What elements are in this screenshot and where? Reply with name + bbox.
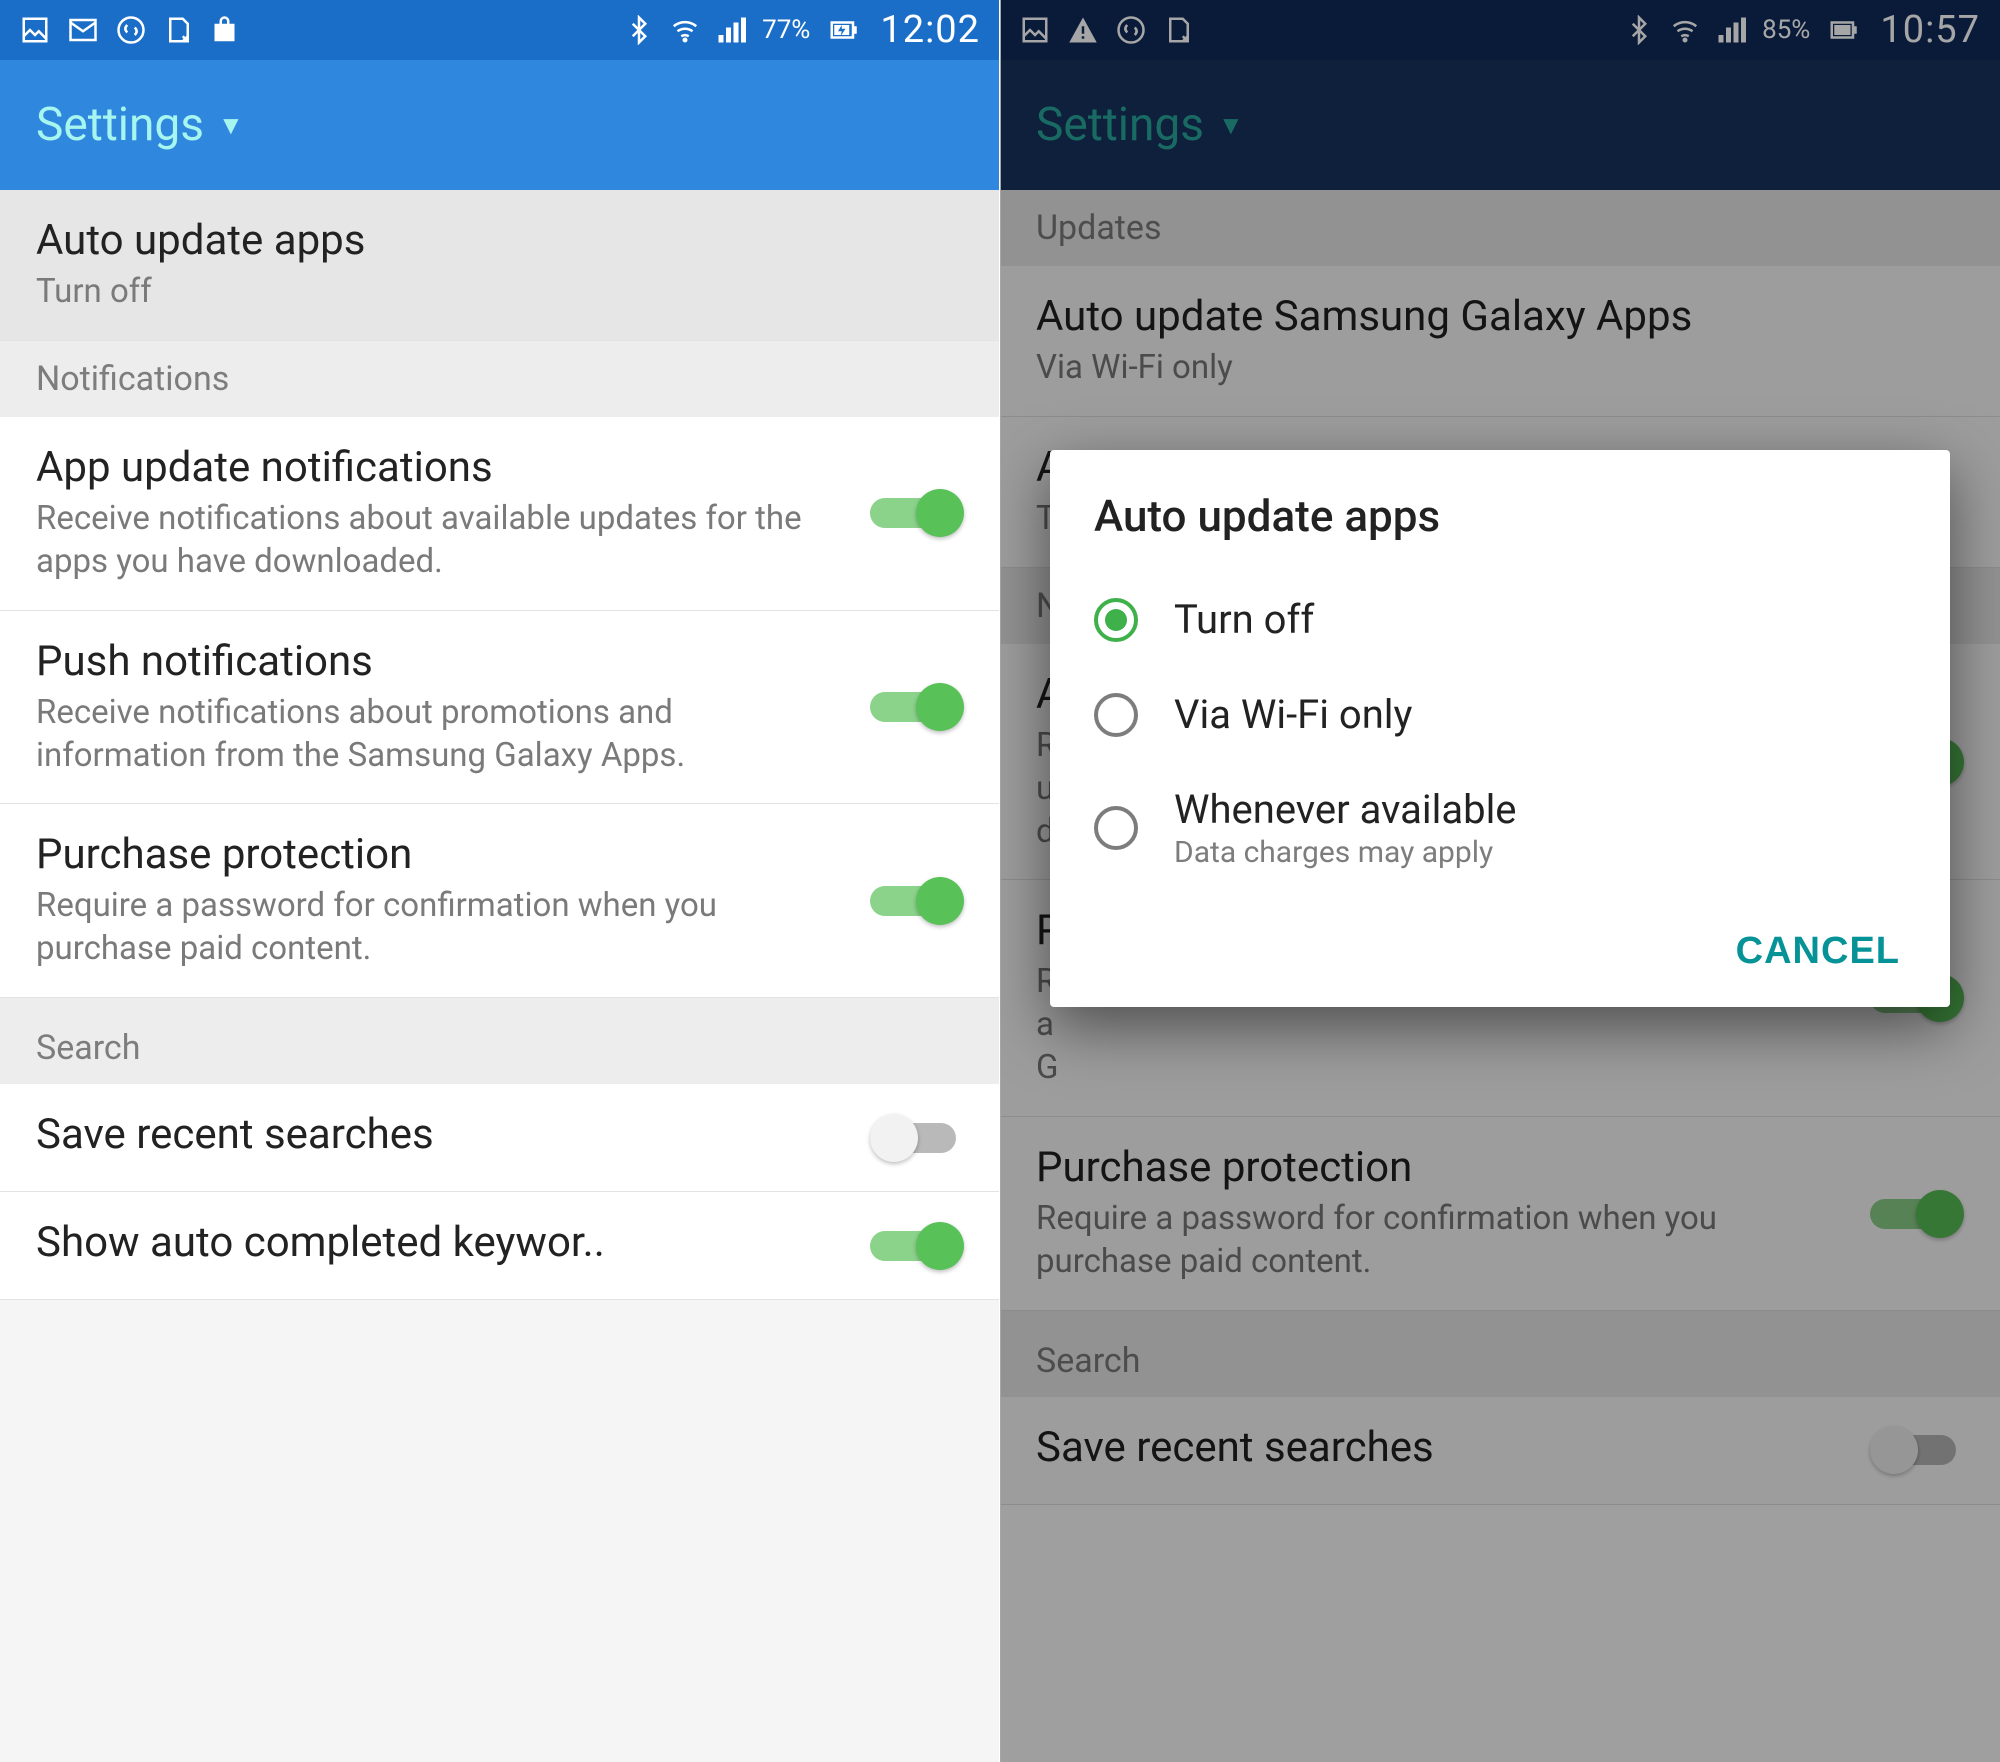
save-recent-searches-item[interactable]: Save recent searches xyxy=(0,1084,1000,1192)
push-notifications-item[interactable]: Push notifications Receive notifications… xyxy=(0,611,1000,805)
clock: 12:02 xyxy=(880,8,980,52)
purchase-protection-item[interactable]: Purchase protection Require a password f… xyxy=(0,804,1000,998)
app-bar[interactable]: Settings ▼ xyxy=(0,60,1000,190)
app-bar-title: Settings xyxy=(36,98,204,152)
dialog-title: Auto update apps xyxy=(1094,490,1906,542)
status-bar: 77% 12:02 xyxy=(0,0,1000,60)
radio-icon xyxy=(1094,598,1138,642)
shazam-icon xyxy=(116,15,146,45)
radio-icon xyxy=(1094,693,1138,737)
item-title: Show auto completed keywor.. xyxy=(36,1218,850,1267)
right-screen: 85% 10:57 Settings ▼ Updates Auto update… xyxy=(1000,0,2000,1762)
auto-update-item[interactable]: Auto update apps Turn off xyxy=(0,190,1000,341)
dialog-option-wifi-only[interactable]: Via Wi-Fi only xyxy=(1094,667,1906,762)
toggle-switch[interactable] xyxy=(870,683,964,731)
dialog-option-turn-off[interactable]: Turn off xyxy=(1094,572,1906,667)
section-notifications: Notifications xyxy=(0,341,1000,417)
item-title: Auto update apps xyxy=(36,216,944,265)
toggle-switch[interactable] xyxy=(870,877,964,925)
sim-icon xyxy=(164,15,194,45)
option-label: Turn off xyxy=(1174,596,1314,643)
option-label: Via Wi-Fi only xyxy=(1174,691,1412,738)
section-search: Search xyxy=(0,998,1000,1084)
radio-icon xyxy=(1094,806,1138,850)
show-autocomplete-item[interactable]: Show auto completed keywor.. xyxy=(0,1192,1000,1300)
battery-charging-icon xyxy=(828,15,858,45)
dialog-option-whenever[interactable]: Whenever available Data charges may appl… xyxy=(1094,762,1906,894)
item-subtitle: Receive notifications about promotions a… xyxy=(36,692,850,778)
cancel-button[interactable]: CANCEL xyxy=(1730,920,1906,983)
item-title: Purchase protection xyxy=(36,830,850,879)
image-icon xyxy=(20,15,50,45)
option-label: Whenever available xyxy=(1174,786,1517,833)
battery-percent: 77% xyxy=(762,15,810,45)
toggle-switch[interactable] xyxy=(870,1114,964,1162)
auto-update-dialog: Auto update apps Turn off Via Wi-Fi only… xyxy=(1050,450,1950,1007)
toggle-switch[interactable] xyxy=(870,489,964,537)
item-subtitle: Receive notifications about available up… xyxy=(36,498,850,584)
left-screen: 77% 12:02 Settings ▼ Auto update apps Tu… xyxy=(0,0,1000,1762)
bluetooth-icon xyxy=(624,15,654,45)
wifi-icon xyxy=(670,15,700,45)
chevron-down-icon: ▼ xyxy=(218,110,244,141)
item-title: Push notifications xyxy=(36,637,850,686)
app-update-notifications-item[interactable]: App update notifications Receive notific… xyxy=(0,417,1000,611)
item-subtitle: Turn off xyxy=(36,271,944,314)
toggle-switch[interactable] xyxy=(870,1222,964,1270)
mail-icon xyxy=(68,15,98,45)
item-title: Save recent searches xyxy=(36,1110,850,1159)
item-subtitle: Require a password for confirmation when… xyxy=(36,885,850,971)
option-sublabel: Data charges may apply xyxy=(1174,835,1517,870)
item-title: App update notifications xyxy=(36,443,850,492)
signal-icon xyxy=(716,15,746,45)
store-icon xyxy=(212,15,242,45)
